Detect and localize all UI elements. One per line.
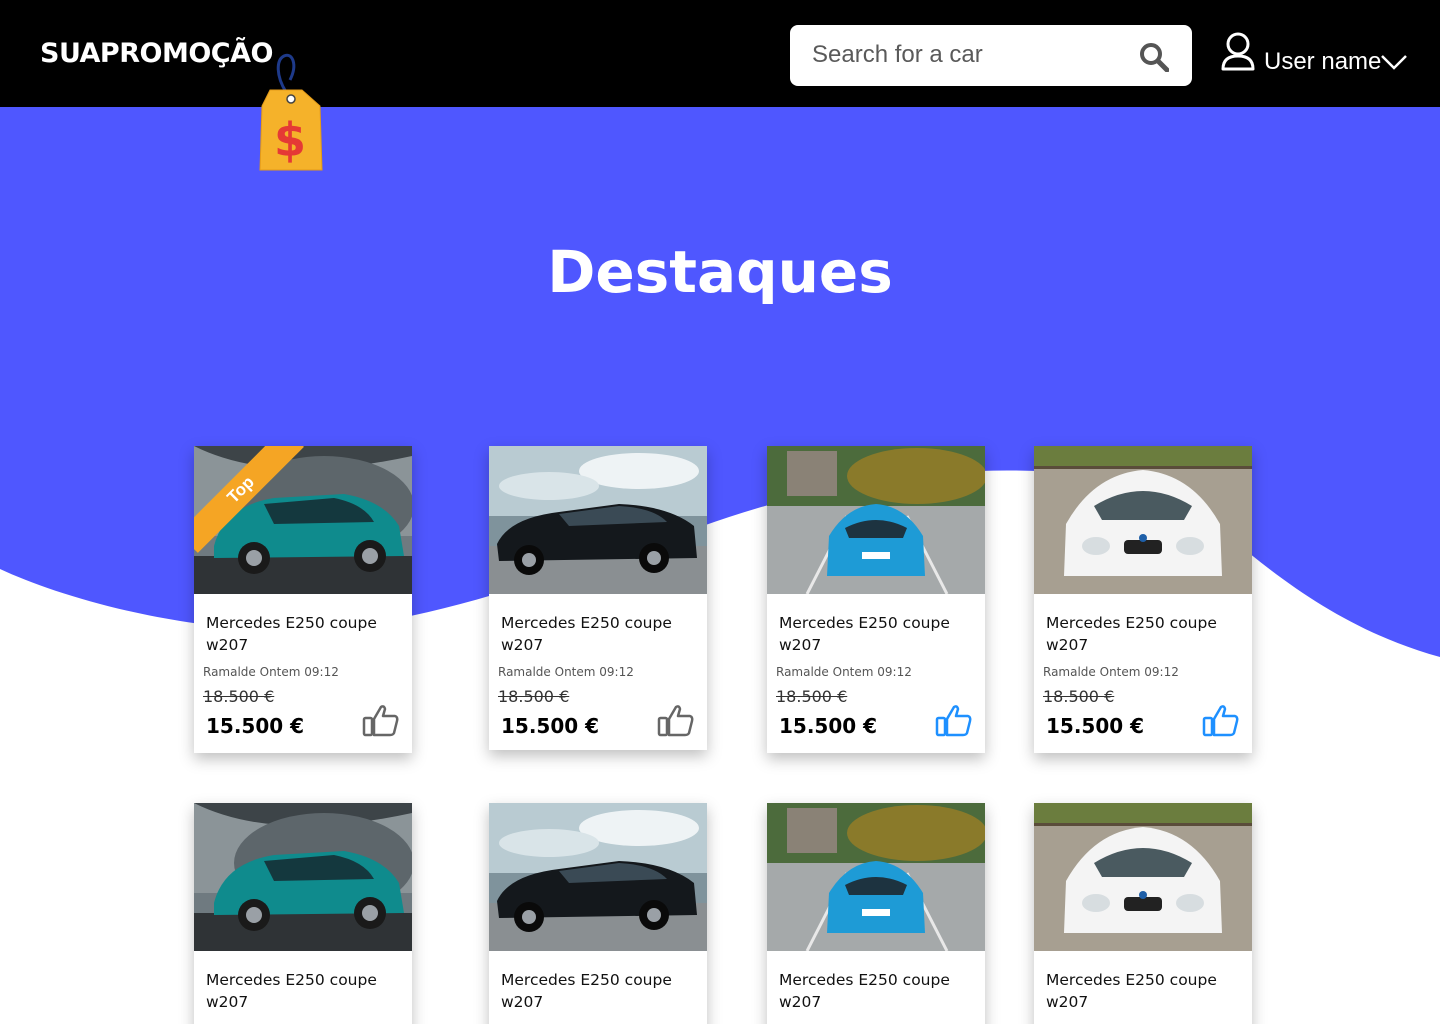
user-menu[interactable]: User name [1220, 32, 1420, 76]
card-title[interactable]: Mercedes E250 coupe w207 [206, 969, 406, 1013]
thumbs-up-icon[interactable] [935, 704, 973, 738]
top-navbar: SUAPROMOÇÃO User name [0, 0, 1440, 107]
card-old-price: 18.500 € [776, 687, 848, 706]
card-title[interactable]: Mercedes E250 coupe w207 [1046, 612, 1246, 656]
search-box[interactable] [790, 25, 1192, 86]
car-card[interactable]: Mercedes E250 coupe w207 [489, 803, 707, 1024]
card-location-date: Ramalde Ontem 09:12 [776, 665, 912, 679]
car-card[interactable]: Mercedes E250 coupe w207 [194, 803, 412, 1024]
car-card[interactable]: Mercedes E250 coupe w207 Ramalde Ontem 09… [1034, 446, 1252, 753]
thumbs-up-icon[interactable] [657, 704, 695, 738]
car-image[interactable] [1034, 446, 1252, 594]
card-location-date: Ramalde Ontem 09:12 [1043, 665, 1179, 679]
card-price: 15.500 € [501, 714, 600, 738]
user-name[interactable]: User name [1264, 48, 1381, 76]
search-input[interactable] [812, 37, 1132, 73]
car-card[interactable]: Mercedes E250 coupe w207 Ramalde Ontem 09… [489, 446, 707, 750]
car-image[interactable] [489, 803, 707, 951]
car-image[interactable] [489, 446, 707, 594]
thumbs-up-icon[interactable] [362, 704, 400, 738]
car-card[interactable]: Mercedes E250 coupe w207 Ramalde Ontem 09… [767, 446, 985, 753]
card-old-price: 18.500 € [498, 687, 570, 706]
card-title[interactable]: Mercedes E250 coupe w207 [779, 612, 979, 656]
card-old-price: 18.500 € [1043, 687, 1115, 706]
svg-text:$: $ [274, 113, 306, 167]
card-title[interactable]: Mercedes E250 coupe w207 [501, 612, 701, 656]
search-icon[interactable] [1139, 42, 1169, 72]
thumbs-up-icon[interactable] [1202, 704, 1240, 738]
page-title: Destaques [547, 238, 893, 306]
car-image[interactable] [1034, 803, 1252, 951]
card-title[interactable]: Mercedes E250 coupe w207 [501, 969, 701, 1013]
card-price: 15.500 € [1046, 714, 1145, 738]
card-price: 15.500 € [779, 714, 878, 738]
price-tag-icon: $ [259, 53, 323, 171]
card-location-date: Ramalde Ontem 09:12 [203, 665, 339, 679]
brand-logo[interactable]: SUAPROMOÇÃO [40, 38, 273, 69]
card-title[interactable]: Mercedes E250 coupe w207 [779, 969, 979, 1013]
car-image[interactable] [194, 803, 412, 951]
card-old-price: 18.500 € [203, 687, 275, 706]
car-card[interactable]: Top Mercedes E250 coupe w207 Ramalde Onte… [194, 446, 412, 753]
chevron-down-icon[interactable] [1380, 52, 1408, 72]
car-card[interactable]: Mercedes E250 coupe w207 [767, 803, 985, 1024]
card-title[interactable]: Mercedes E250 coupe w207 [206, 612, 406, 656]
car-image[interactable] [767, 446, 985, 594]
car-image[interactable] [767, 803, 985, 951]
card-location-date: Ramalde Ontem 09:12 [498, 665, 634, 679]
card-title[interactable]: Mercedes E250 coupe w207 [1046, 969, 1246, 1013]
car-image[interactable]: Top [194, 446, 412, 594]
car-card[interactable]: Mercedes E250 coupe w207 [1034, 803, 1252, 1024]
user-icon [1221, 32, 1255, 71]
card-price: 15.500 € [206, 714, 305, 738]
